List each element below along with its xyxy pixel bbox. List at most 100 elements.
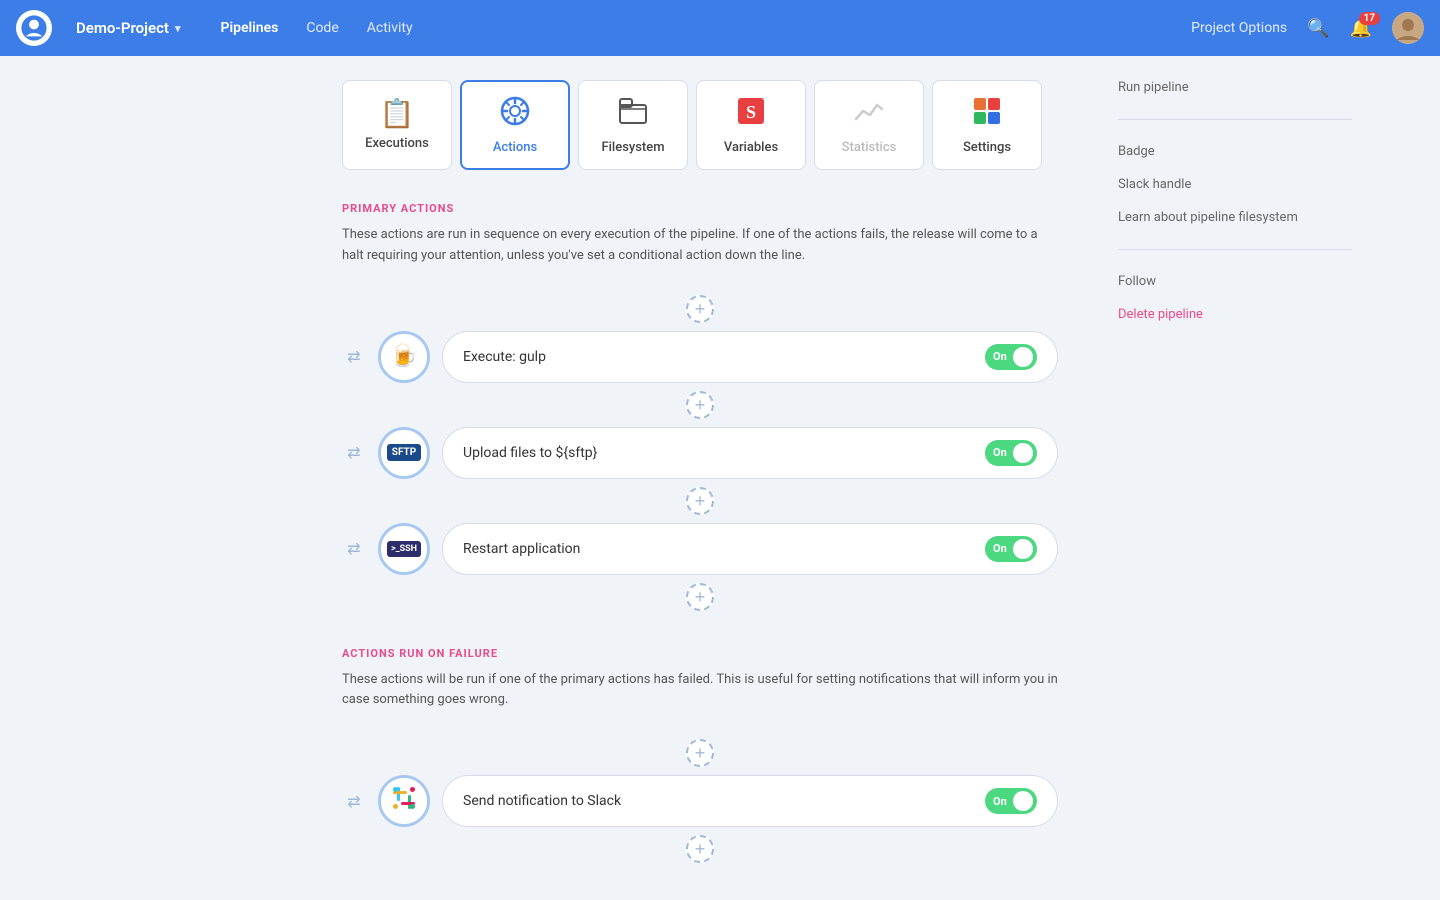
nav-right: Project Options 🔍 🔔 17 — [1191, 12, 1424, 44]
sidebar-links: Run pipeline Badge Slack handle Learn ab… — [1118, 80, 1352, 322]
sidebar-divider-1 — [1118, 119, 1352, 120]
toggle-ssh[interactable]: On — [985, 536, 1037, 562]
action-label-sftp: Upload files to ${sftp} — [463, 445, 597, 461]
action-row-ssh: ⇄ >_SSH Restart application On — [342, 523, 1058, 575]
tab-settings-label: Settings — [963, 140, 1011, 155]
add-action-button-3[interactable]: + — [686, 583, 714, 611]
search-icon[interactable]: 🔍 — [1307, 18, 1329, 39]
notifications-bell[interactable]: 🔔 17 — [1350, 18, 1372, 39]
slack-icon — [390, 784, 418, 818]
action-row-gulp: ⇄ 🍺 Execute: gulp On — [342, 331, 1058, 383]
add-action-button-0[interactable]: + — [686, 295, 714, 323]
add-btn-row-failure-top: + — [342, 739, 1058, 767]
action-label-gulp: Execute: gulp — [463, 349, 546, 365]
action-card-slack[interactable]: Send notification to Slack On — [442, 775, 1058, 827]
drag-handle-sftp[interactable]: ⇄ — [342, 443, 366, 462]
drag-handle-slack[interactable]: ⇄ — [342, 792, 366, 811]
tab-statistics-label: Statistics — [842, 140, 897, 155]
filesystem-icon — [617, 95, 649, 132]
add-failure-action-button-1[interactable]: + — [686, 835, 714, 863]
primary-actions-list: + ⇄ 🍺 Execute: gulp On + — [342, 291, 1058, 615]
nav-links: Pipelines Code Activity — [220, 20, 412, 36]
tab-variables-label: Variables — [724, 140, 778, 155]
failure-actions-label: ACTIONS RUN ON FAILURE — [342, 647, 1058, 660]
action-card-ssh[interactable]: Restart application On — [442, 523, 1058, 575]
action-icon-sftp: SFTP — [378, 427, 430, 479]
user-avatar[interactable] — [1392, 12, 1424, 44]
project-dropdown-arrow: ▾ — [175, 22, 181, 35]
tab-actions-label: Actions — [493, 140, 537, 155]
drag-handle-gulp[interactable]: ⇄ — [342, 347, 366, 366]
tab-filesystem[interactable]: Filesystem — [578, 80, 688, 170]
main-content: 📋 Executions — [310, 56, 1090, 900]
sidebar-link-delete-pipeline[interactable]: Delete pipeline — [1118, 307, 1352, 322]
toggle-gulp[interactable]: On — [985, 344, 1037, 370]
action-icon-slack — [378, 775, 430, 827]
sidebar-divider-2 — [1118, 249, 1352, 250]
failure-actions-list: + ⇄ — [342, 735, 1058, 867]
action-row-sftp: ⇄ SFTP Upload files to ${sftp} On — [342, 427, 1058, 479]
add-action-button-1[interactable]: + — [686, 391, 714, 419]
sidebar-link-follow[interactable]: Follow — [1118, 274, 1352, 289]
tab-actions[interactable]: Actions — [460, 80, 570, 170]
sidebar-link-slack-handle[interactable]: Slack handle — [1118, 177, 1352, 192]
nav-link-pipelines[interactable]: Pipelines — [220, 20, 278, 36]
add-action-button-2[interactable]: + — [686, 487, 714, 515]
add-btn-row-bottom: + — [342, 583, 1058, 611]
sidebar-link-learn-filesystem[interactable]: Learn about pipeline filesystem — [1118, 210, 1352, 225]
tab-variables[interactable]: S Variables — [696, 80, 806, 170]
add-btn-row-top: + — [342, 295, 1058, 323]
action-icon-ssh: >_SSH — [378, 523, 430, 575]
action-icon-gulp: 🍺 — [378, 331, 430, 383]
sftp-label: SFTP — [387, 444, 421, 461]
settings-icon — [971, 95, 1003, 132]
toggle-label-ssh: On — [993, 542, 1007, 555]
tab-statistics[interactable]: Statistics — [814, 80, 924, 170]
tab-executions[interactable]: 📋 Executions — [342, 80, 452, 170]
svg-text:S: S — [746, 102, 756, 122]
sidebar-right: Run pipeline Badge Slack handle Learn ab… — [1090, 56, 1380, 900]
ssh-label: >_SSH — [387, 541, 421, 557]
nav-link-activity[interactable]: Activity — [367, 20, 413, 36]
sidebar-link-run-pipeline[interactable]: Run pipeline — [1118, 80, 1352, 95]
add-btn-row-2: + — [342, 487, 1058, 515]
variables-icon: S — [735, 95, 767, 132]
statistics-icon — [853, 95, 885, 132]
toggle-knob-slack — [1013, 791, 1033, 811]
primary-actions-desc: These actions are run in sequence on eve… — [342, 225, 1058, 267]
actions-icon — [499, 95, 531, 132]
notification-badge: 17 — [1359, 12, 1380, 25]
action-label-slack: Send notification to Slack — [463, 793, 621, 809]
toggle-knob-sftp — [1013, 443, 1033, 463]
add-failure-action-button-0[interactable]: + — [686, 739, 714, 767]
tab-filesystem-label: Filesystem — [601, 140, 664, 155]
add-btn-row-failure-bottom: + — [342, 835, 1058, 863]
toggle-label-sftp: On — [993, 446, 1007, 459]
project-options[interactable]: Project Options — [1191, 20, 1287, 36]
page-layout: 📋 Executions — [0, 56, 1440, 900]
nav-link-code[interactable]: Code — [306, 20, 338, 36]
add-btn-row-1: + — [342, 391, 1058, 419]
action-row-slack: ⇄ — [342, 775, 1058, 827]
toggle-knob-ssh — [1013, 539, 1033, 559]
tab-executions-label: Executions — [365, 136, 429, 151]
sidebar-left — [0, 56, 310, 900]
project-name[interactable]: Demo-Project ▾ — [76, 19, 180, 37]
action-card-sftp[interactable]: Upload files to ${sftp} On — [442, 427, 1058, 479]
sidebar-link-badge[interactable]: Badge — [1118, 144, 1352, 159]
toggle-slack[interactable]: On — [985, 788, 1037, 814]
toggle-label-slack: On — [993, 795, 1007, 808]
primary-actions-label: PRIMARY ACTIONS — [342, 202, 1058, 215]
tabs-bar: 📋 Executions — [342, 80, 1058, 170]
toggle-label-gulp: On — [993, 350, 1007, 363]
failure-actions-desc: These actions will be run if one of the … — [342, 670, 1058, 712]
app-logo[interactable] — [16, 10, 52, 46]
toggle-knob-gulp — [1013, 347, 1033, 367]
tab-settings[interactable]: Settings — [932, 80, 1042, 170]
executions-icon: 📋 — [380, 100, 415, 128]
action-card-gulp[interactable]: Execute: gulp On — [442, 331, 1058, 383]
drag-handle-ssh[interactable]: ⇄ — [342, 539, 366, 558]
toggle-sftp[interactable]: On — [985, 440, 1037, 466]
topnav: Demo-Project ▾ Pipelines Code Activity P… — [0, 0, 1440, 56]
action-label-ssh: Restart application — [463, 541, 580, 557]
